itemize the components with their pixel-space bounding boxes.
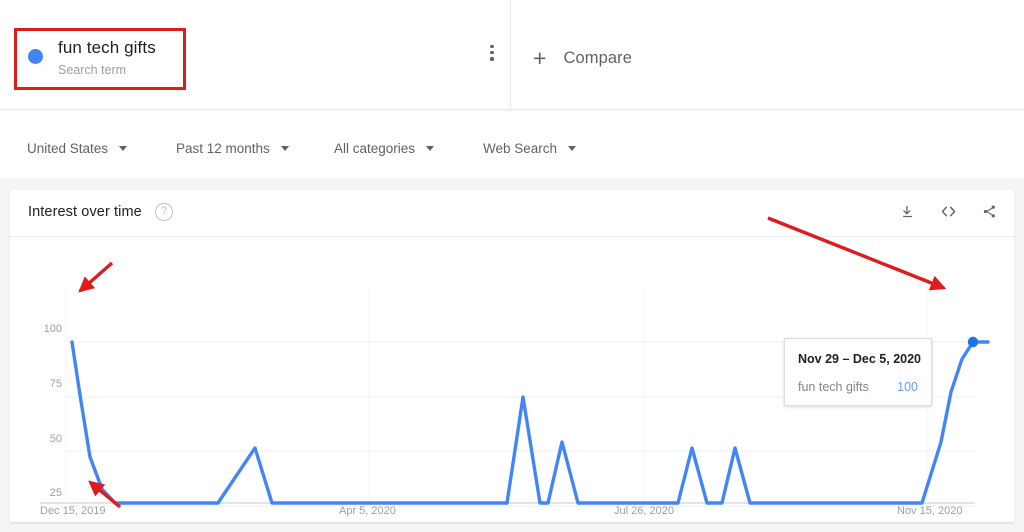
chevron-down-icon bbox=[568, 146, 577, 151]
chevron-down-icon bbox=[119, 146, 128, 151]
tooltip-value: 100 bbox=[897, 380, 918, 394]
share-icon[interactable] bbox=[978, 200, 1000, 222]
chart-actions bbox=[896, 200, 1000, 222]
filter-category-label: All categories bbox=[334, 141, 416, 156]
add-comparison-button[interactable]: + Compare bbox=[533, 43, 632, 73]
tooltip-series-name: fun tech gifts bbox=[798, 380, 869, 394]
filter-location-label: United States bbox=[27, 141, 109, 156]
y-axis-tick-label: 75 bbox=[49, 378, 62, 390]
x-axis-tick-label: Nov 15, 2020 bbox=[897, 505, 963, 517]
y-axis-tick-label: 50 bbox=[49, 433, 62, 445]
y-axis-tick-label: 100 bbox=[43, 323, 62, 335]
embed-code-icon[interactable] bbox=[937, 200, 959, 222]
x-axis-tick-label: Jul 26, 2020 bbox=[614, 505, 674, 517]
trends-page: fun tech gifts Search term + Compare Uni… bbox=[0, 0, 1024, 532]
filter-time-range[interactable]: Past 12 months bbox=[176, 141, 289, 156]
chevron-down-icon bbox=[426, 146, 435, 151]
chart-title: Interest over time bbox=[28, 204, 142, 220]
series-color-dot bbox=[28, 49, 43, 64]
more-vertical-icon[interactable] bbox=[483, 45, 501, 65]
tooltip-date-range: Nov 29 – Dec 5, 2020 bbox=[798, 352, 921, 366]
chart-header: Interest over time ? bbox=[10, 190, 1014, 237]
filter-location[interactable]: United States bbox=[27, 141, 128, 156]
filter-time-range-label: Past 12 months bbox=[176, 141, 270, 156]
search-term-bar: fun tech gifts Search term + Compare bbox=[0, 0, 1024, 110]
vertical-divider bbox=[510, 0, 511, 110]
plus-icon: + bbox=[533, 44, 547, 71]
filter-search-type[interactable]: Web Search bbox=[483, 141, 577, 156]
compare-label: Compare bbox=[563, 48, 632, 67]
search-term-type: Search term bbox=[58, 63, 127, 77]
download-icon[interactable] bbox=[896, 200, 918, 222]
x-axis-tick-label: Dec 15, 2019 bbox=[40, 505, 106, 517]
y-axis-tick-label: 25 bbox=[49, 487, 62, 499]
filter-search-type-label: Web Search bbox=[483, 141, 558, 156]
question-mark-icon[interactable]: ? bbox=[155, 203, 173, 221]
search-term-label: fun tech gifts bbox=[58, 38, 156, 57]
chevron-down-icon bbox=[280, 146, 289, 151]
data-point-marker bbox=[967, 336, 979, 348]
filter-bar: United States Past 12 months All categor… bbox=[0, 111, 1024, 178]
filter-category[interactable]: All categories bbox=[334, 141, 435, 156]
x-axis-tick-label: Apr 5, 2020 bbox=[339, 505, 396, 517]
chart-tooltip: Nov 29 – Dec 5, 2020 fun tech gifts 100 bbox=[784, 338, 932, 406]
search-term-card[interactable]: fun tech gifts Search term bbox=[14, 28, 186, 90]
